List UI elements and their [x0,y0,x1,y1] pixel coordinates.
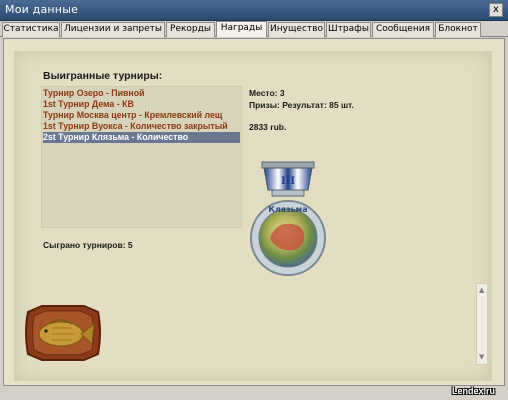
list-item[interactable]: 1st Турнир Вуокса - Количество закрытый [43,121,228,132]
tab-messages[interactable]: Сообщения [372,22,434,37]
tab-statistics[interactable]: Статистика [2,22,60,37]
tab-awards[interactable]: Награды [216,21,267,37]
svg-text:Клязьма: Клязьма [268,205,307,214]
fish-trophy-icon [25,305,101,361]
window-title: Мои данные [5,3,79,16]
medal-icon: III Клязьма [250,161,326,276]
tab-bar: Статистика Лицензии и запреты Рекорды На… [0,21,508,37]
svg-text:III: III [281,176,295,187]
money-value: 2833 rub. [249,122,287,132]
tab-notepad[interactable]: Блокнот [435,22,481,37]
won-tournaments-heading: Выигранные турниры: [43,70,163,82]
prize-value: Призы: Результат: 85 шт. [249,100,354,110]
tab-records[interactable]: Рекорды [166,22,215,37]
place-value: Место: 3 [249,88,285,98]
tab-property[interactable]: Инущество [268,22,325,37]
list-item[interactable]: Турнир Москва центр - Кремлевский лещ [43,110,222,121]
tab-licenses[interactable]: Лицензии и запреты [61,22,165,37]
list-item[interactable]: 1st Турнир Дема - КВ [43,99,134,110]
tab-fines[interactable]: Штрафы [326,22,371,37]
title-bar[interactable]: Мои данные x [0,0,508,21]
scroll-down-arrow-icon[interactable]: ▼ [479,354,485,361]
list-item-selected[interactable]: 2st Турнир Клязьма - Количество [43,132,240,143]
close-button[interactable]: x [489,3,503,17]
tournament-list[interactable]: Турнир Озеро - Пивной 1st Турнир Дема - … [41,86,242,228]
vertical-scrollbar[interactable]: ▲ ▼ [476,283,488,365]
list-item[interactable]: Турнир Озеро - Пивной [43,88,145,99]
my-data-window: Мои данные x Статистика Лицензии и запре… [0,0,508,400]
scroll-up-arrow-icon[interactable]: ▲ [479,287,485,294]
tournaments-played-count: Сыграно турниров: 5 [43,240,133,250]
watermark-text: Lendex.ru [452,386,496,396]
